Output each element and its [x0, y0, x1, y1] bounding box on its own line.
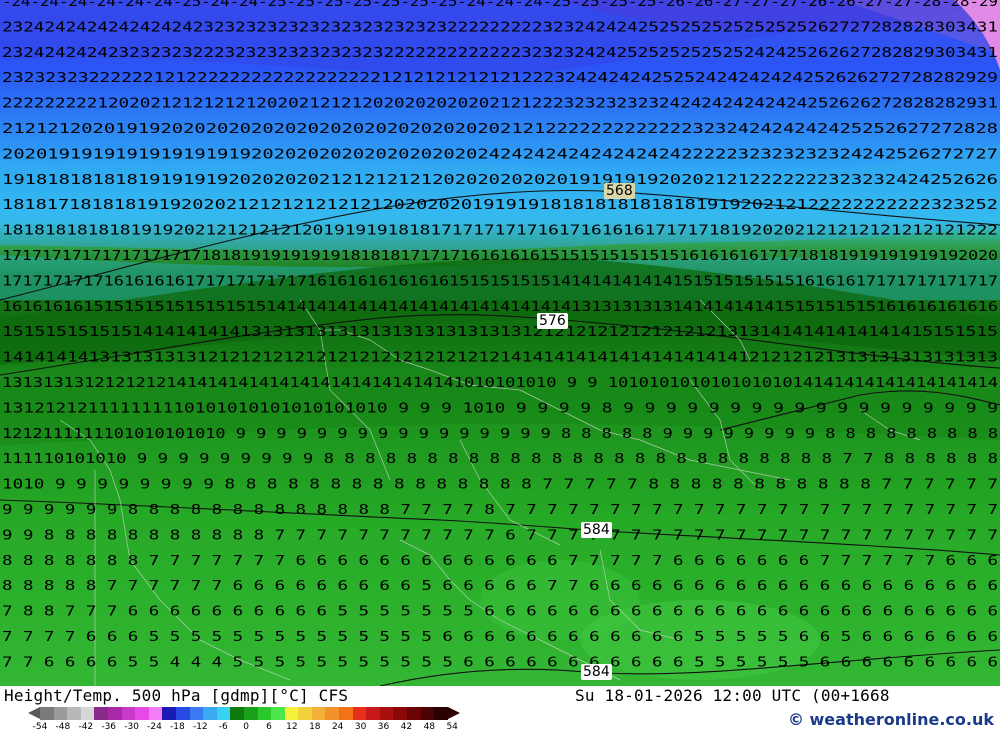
- legend-swatch: [94, 707, 108, 720]
- legend-swatch: [67, 707, 81, 720]
- temperature-row: 111110101010 9 9 9 9 9 9 9 9 9 8 8 8 8 8…: [2, 452, 998, 467]
- legend-swatch: [284, 707, 299, 720]
- temperature-row: 131212121111111110101010101010101010 9 9…: [2, 401, 998, 416]
- legend-swatch: [271, 707, 285, 720]
- legend-swatch: [352, 707, 367, 720]
- legend-tick: -54: [32, 722, 48, 732]
- legend-swatch: [53, 707, 68, 720]
- legend-tick-labels: -54 -48 -42 -36 -30 -24 -18 -12 -6 0 6 12 18 24 30 36 42…: [32, 722, 474, 733]
- legend-tick: -48: [55, 722, 71, 732]
- legend-swatch: [434, 707, 448, 720]
- legend-swatch: [243, 707, 258, 720]
- temperature-row: 1313131312121212141414141414141414141414…: [2, 376, 998, 391]
- legend-tick: 48: [423, 722, 436, 732]
- legend-tick: -12: [192, 722, 208, 732]
- temperature-row: 1616161615151515151515151514141414141414…: [2, 300, 998, 315]
- legend-swatch: [311, 707, 326, 720]
- temperature-row: 8 8 8 8 8 8 8 7 7 7 7 7 7 7 6 6 6 6 6 6 …: [2, 554, 998, 569]
- temperature-row: 9 9 9 9 9 9 8 8 8 8 8 8 8 8 8 8 8 8 8 7 …: [2, 503, 998, 518]
- copyright-link[interactable]: © weatheronline.co.uk: [788, 710, 994, 729]
- legend-tick: 30: [354, 722, 367, 732]
- legend-right-arrow: [447, 707, 460, 719]
- weather-map: -24-24-24-24-24-24-25-24-24-25-25-25-25-…: [0, 0, 1000, 686]
- temperature-row: 1918181818181919191920202020212121212120…: [2, 173, 998, 188]
- legend-tick: 24: [331, 722, 344, 732]
- contour-label-576: 576: [537, 313, 568, 329]
- legend-tick: 18: [309, 722, 321, 732]
- legend-tick: -24: [147, 722, 162, 732]
- temperature-row: 9 9 8 8 8 8 8 8 8 8 8 8 8 7 7 7 7 7 7 7 …: [2, 528, 998, 543]
- legend-swatch: [40, 707, 54, 720]
- legend-tick: 12: [286, 722, 298, 732]
- legend-tick: 42: [400, 722, 413, 732]
- legend-tick: -30: [124, 722, 139, 732]
- legend-swatch: [298, 707, 312, 720]
- contour-label-568: 568: [604, 183, 635, 199]
- temperature-row: 2121212020191920202020202020202020202020…: [2, 122, 998, 137]
- temperature-row: 7 8 8 7 7 7 6 6 6 6 6 6 6 6 6 6 5 5 5 5 …: [2, 605, 998, 620]
- legend-tick: -36: [101, 722, 117, 732]
- legend-swatch: [80, 707, 95, 720]
- temperature-row: 1414141413131313131212121212121212121212…: [2, 351, 998, 366]
- temperature-row: 1818171818181919202021212121212121202020…: [2, 198, 998, 213]
- color-legend: [28, 707, 460, 720]
- legend-swatch: [257, 707, 272, 720]
- temperature-row: 2323232322222212122222222222222222212121…: [2, 71, 998, 86]
- contour-label-584-middle: 584: [581, 522, 612, 538]
- legend-swatch: [203, 707, 217, 720]
- legend-tick: 36: [377, 722, 390, 732]
- legend-swatch: [148, 707, 163, 720]
- legend-swatch: [135, 707, 149, 720]
- legend-swatch: [175, 707, 190, 720]
- temperature-row: 1717171717171717171718181919191919181818…: [2, 249, 998, 264]
- legend-swatch: [216, 707, 231, 720]
- legend-swatch: [407, 707, 421, 720]
- legend-swatch: [230, 707, 244, 720]
- temperature-row: -24-24-24-24-24-24-25-24-24-25-25-25-25-…: [2, 0, 998, 10]
- legend-swatches: [40, 707, 448, 720]
- temperature-row: 1515151515151414141414131313131313131313…: [2, 325, 998, 340]
- legend-tick: -18: [170, 722, 185, 732]
- legend-swatch: [121, 707, 136, 720]
- temperature-row: 2222222221202021212121212020212121202020…: [2, 97, 998, 112]
- legend-tick: -6: [218, 722, 228, 732]
- temperature-row: 2020191919191919191919202020202020202020…: [2, 147, 998, 162]
- temperature-field: -24-24-24-24-24-24-25-24-24-25-25-25-25-…: [0, 0, 1000, 686]
- legend-tick: 6: [266, 722, 272, 732]
- temperature-row: 1212111111101010101010 9 9 9 9 9 9 9 9 9…: [2, 427, 998, 442]
- legend-swatch: [339, 707, 353, 720]
- map-footer: Height/Temp. 500 hPa [gdmp][°C] CFS Su 1…: [0, 686, 1000, 733]
- legend-swatch: [325, 707, 340, 720]
- legend-swatch: [162, 707, 176, 720]
- legend-tick: -42: [78, 722, 94, 732]
- temperature-row: 1717171717161616161717171717171616161616…: [2, 274, 998, 289]
- temperature-row: 1818181818181919202121212121201919191818…: [2, 224, 998, 239]
- valid-time: Su 18-01-2026 12:00 UTC (00+1668: [575, 686, 890, 705]
- legend-tick: 54: [446, 722, 458, 732]
- legend-tick: 0: [243, 722, 249, 732]
- temperature-row: 2324242424242424242323232323232323232323…: [2, 20, 998, 35]
- temperature-row: 7 7 7 7 6 6 6 5 5 5 5 5 5 5 5 5 5 5 5 5 …: [2, 630, 998, 645]
- legend-swatch: [393, 707, 408, 720]
- legend-swatch: [379, 707, 394, 720]
- legend-left-arrow: [28, 707, 40, 719]
- contour-label-584-bottom: 584: [581, 664, 612, 680]
- legend-swatch: [366, 707, 380, 720]
- temperature-row: 7 7 6 6 6 6 5 5 4 4 4 5 5 5 5 5 5 5 5 5 …: [2, 655, 998, 670]
- legend-swatch: [420, 707, 435, 720]
- chart-title: Height/Temp. 500 hPa [gdmp][°C] CFS: [4, 686, 349, 705]
- temperature-row: 2324242424232323232223232323232323232222…: [2, 46, 998, 61]
- legend-swatch: [107, 707, 122, 720]
- temperature-row: 8 8 8 8 8 7 7 7 7 7 7 6 6 6 6 6 6 6 6 6 …: [2, 579, 998, 594]
- temperature-row: 1010 9 9 9 9 9 9 9 9 8 8 8 8 8 8 8 8 8 8…: [2, 478, 998, 493]
- legend-swatch: [189, 707, 204, 720]
